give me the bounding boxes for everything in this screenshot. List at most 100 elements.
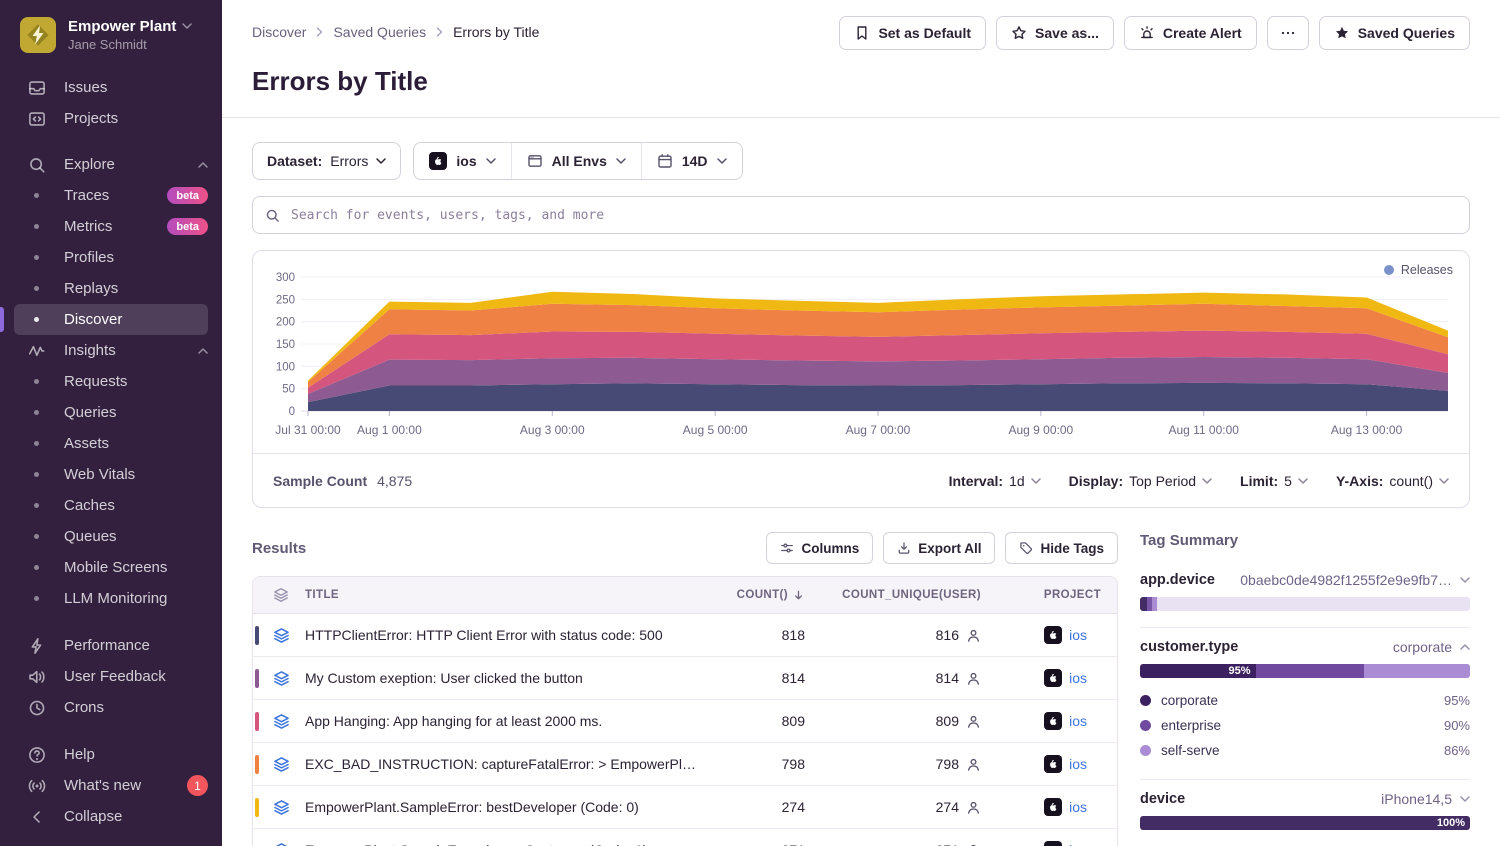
project-filter[interactable]: ios: [414, 143, 510, 179]
stack-events-button[interactable]: [253, 670, 305, 687]
releases-legend-item[interactable]: Releases: [1384, 263, 1453, 277]
sidebar-item-metrics[interactable]: Metricsbeta: [0, 211, 222, 242]
hide-tags-button[interactable]: Hide Tags: [1005, 532, 1118, 564]
table-row: App Hanging: App hanging for at least 20…: [253, 700, 1117, 743]
saved-queries-button[interactable]: Saved Queries: [1319, 16, 1470, 50]
y-axis-selector[interactable]: Y-Axis:count(): [1336, 473, 1449, 489]
row-project: ios: [999, 798, 1117, 816]
tag-bar-segment: [1152, 597, 1157, 611]
org-switcher[interactable]: Empower Plant Jane Schmidt: [0, 16, 222, 53]
sidebar-item-label: Metrics: [64, 218, 112, 235]
sidebar-item-insights[interactable]: Insights: [0, 335, 222, 366]
stack-events-button[interactable]: [253, 799, 305, 816]
apple-icon: [1044, 798, 1062, 816]
project-link[interactable]: ios: [1069, 670, 1087, 686]
bullet-icon: [34, 286, 39, 291]
sidebar-item-traces[interactable]: Tracesbeta: [0, 180, 222, 211]
sidebar-item-discover[interactable]: Discover: [14, 304, 208, 335]
project-link[interactable]: ios: [1069, 627, 1087, 643]
tag-legend-item[interactable]: enterprise90%: [1140, 713, 1470, 738]
row-count-unique-value: 274: [936, 799, 959, 815]
sidebar-item-caches[interactable]: Caches: [0, 490, 222, 521]
date-range-filter[interactable]: 14D: [641, 143, 742, 179]
row-project: ios: [999, 669, 1117, 687]
sidebar-item-queues[interactable]: Queues: [0, 521, 222, 552]
sidebar-item-queries[interactable]: Queries: [0, 397, 222, 428]
sidebar-item-performance[interactable]: Performance: [0, 630, 222, 661]
tag-header-app-device[interactable]: app.device0baebc0de4982f1255f2e9e9fb7…: [1140, 572, 1470, 588]
row-title-link[interactable]: My Custom exeption: User clicked the but…: [305, 670, 719, 686]
control-label: Y-Axis:: [1336, 473, 1383, 489]
column-header-project[interactable]: PROJECT: [999, 589, 1117, 601]
tag-legend-item[interactable]: self-serve86%: [1140, 738, 1470, 763]
row-count-unique-value: 809: [936, 713, 959, 729]
svg-text:Aug 5 00:00: Aug 5 00:00: [683, 423, 748, 437]
sidebar-item-user-feedback[interactable]: User Feedback: [0, 661, 222, 692]
breadcrumb-discover[interactable]: Discover: [252, 24, 306, 40]
column-header-count[interactable]: COUNT(): [719, 589, 823, 602]
limit-selector[interactable]: Limit:5: [1240, 473, 1308, 489]
create-alert-button[interactable]: Create Alert: [1124, 16, 1257, 50]
sidebar-item-llm-monitoring[interactable]: LLM Monitoring: [0, 583, 222, 614]
row-count-unique-value: 814: [936, 670, 959, 686]
bullet-icon: [34, 379, 39, 384]
org-user-name: Jane Schmidt: [68, 37, 192, 52]
control-value: 5: [1284, 473, 1292, 489]
sidebar-item-whats-new[interactable]: What's new1: [0, 770, 222, 801]
bullet-icon: [34, 224, 39, 229]
row-title-link[interactable]: HTTPClientError: HTTP Client Error with …: [305, 627, 719, 643]
sidebar-item-crons[interactable]: Crons: [0, 692, 222, 723]
export-all-button[interactable]: Export All: [883, 532, 995, 564]
bullet-icon: [34, 193, 39, 198]
sidebar-item-profiles[interactable]: Profiles: [0, 242, 222, 273]
environment-filter[interactable]: All Envs: [511, 143, 641, 179]
project-link[interactable]: ios: [1069, 842, 1087, 846]
stack-events-button[interactable]: [253, 713, 305, 730]
project-link[interactable]: ios: [1069, 756, 1087, 772]
sidebar-item-help[interactable]: Help: [0, 739, 222, 770]
more-button[interactable]: [1267, 16, 1309, 50]
tag-legend-item[interactable]: corporate95%: [1140, 688, 1470, 713]
column-header-title[interactable]: TITLE: [305, 589, 719, 601]
button-label: Hide Tags: [1040, 541, 1104, 556]
breadcrumb-saved-queries[interactable]: Saved Queries: [333, 24, 426, 40]
stack-events-button[interactable]: [253, 842, 305, 846]
sidebar-item-mobile-screens[interactable]: Mobile Screens: [0, 552, 222, 583]
svg-text:250: 250: [276, 294, 295, 306]
project-link[interactable]: ios: [1069, 713, 1087, 729]
sidebar-item-assets[interactable]: Assets: [0, 428, 222, 459]
dataset-filter[interactable]: Dataset: Errors: [252, 142, 401, 180]
tag-header-customer-type[interactable]: customer.typecorporate: [1140, 639, 1470, 655]
stack-events-button[interactable]: [253, 756, 305, 773]
row-title-link[interactable]: App Hanging: App hanging for at least 20…: [305, 713, 719, 729]
errors-area-chart[interactable]: 050100150200250300Jul 31 00:00Aug 1 00:0…: [253, 251, 1469, 453]
sidebar-item-issues[interactable]: Issues: [0, 72, 222, 103]
row-count-unique: 274: [823, 799, 999, 815]
tag-header-device[interactable]: deviceiPhone14,5: [1140, 791, 1470, 807]
sidebar-item-requests[interactable]: Requests: [0, 366, 222, 397]
row-title-link[interactable]: EXC_BAD_INSTRUCTION: captureFatalError: …: [305, 756, 719, 772]
layers-icon: [273, 756, 290, 773]
search-input[interactable]: [289, 207, 1457, 224]
sidebar-item-replays[interactable]: Replays: [0, 273, 222, 304]
date-range-value: 14D: [682, 153, 708, 169]
page-filter-group: ios All Envs: [413, 142, 742, 180]
column-header-count-unique-user[interactable]: COUNT_UNIQUE(USER): [823, 589, 999, 601]
layers-icon: [273, 713, 290, 730]
interval-selector[interactable]: Interval:1d: [949, 473, 1041, 489]
sidebar-item-web-vitals[interactable]: Web Vitals: [0, 459, 222, 490]
project-link[interactable]: ios: [1069, 799, 1087, 815]
display-selector[interactable]: Display:Top Period: [1069, 473, 1212, 489]
sidebar-item-projects[interactable]: Projects: [0, 103, 222, 134]
megaphone-icon: [28, 668, 46, 686]
save-as-button[interactable]: Save as...: [996, 16, 1114, 50]
results-main: Results ColumnsExport AllHide Tags TITLE…: [252, 532, 1118, 846]
sidebar-item-explore[interactable]: Explore: [0, 149, 222, 180]
columns-button[interactable]: Columns: [766, 532, 873, 564]
row-title-link[interactable]: EmpowerPlant.SampleError: happyCustomer …: [305, 842, 719, 846]
sidebar-item-collapse[interactable]: Collapse: [0, 801, 222, 832]
row-title-link[interactable]: EmpowerPlant.SampleError: bestDeveloper …: [305, 799, 719, 815]
set-as-default-button[interactable]: Set as Default: [839, 16, 986, 50]
stack-events-button[interactable]: [253, 627, 305, 644]
control-label: Display:: [1069, 473, 1123, 489]
